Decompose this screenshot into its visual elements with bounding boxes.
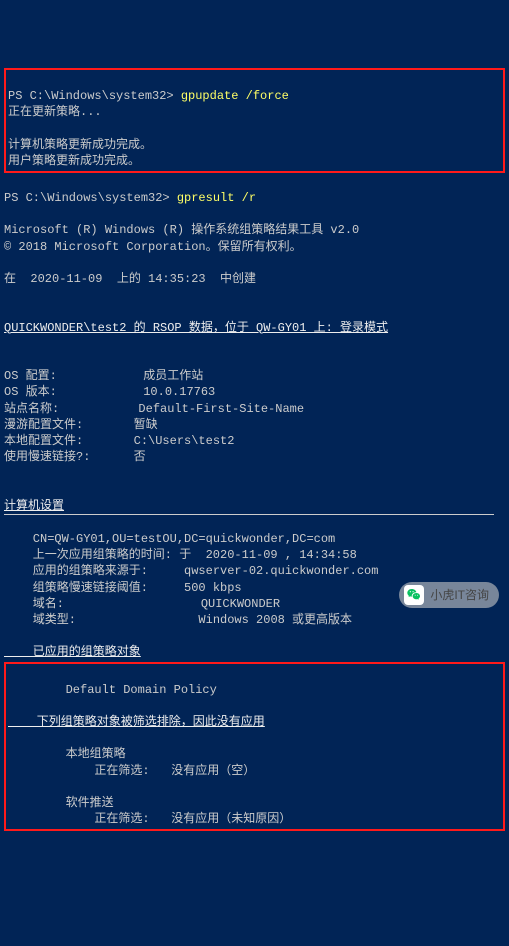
last-applied-time: 上一次应用组策略的时间: 于 2020-11-09 , 14:34:58 — [4, 548, 357, 562]
ps-prompt: PS C:\Windows\system32> — [4, 191, 177, 205]
wechat-watermark: 小虎IT咨询 — [399, 582, 499, 608]
default-domain-policy: Default Domain Policy — [8, 683, 217, 697]
gpresult-command: gpresult /r — [177, 191, 256, 205]
computer-settings-header: 计算机设置 — [4, 498, 494, 515]
domain-type-line: 域类型: Windows 2008 或更高版本 — [4, 613, 352, 627]
local-gp-name: 本地组策略 — [8, 747, 126, 761]
gpupdate-highlight-box: PS C:\Windows\system32> gpupdate /force … — [4, 68, 505, 173]
os-version-line: OS 版本: 10.0.17763 — [4, 385, 215, 399]
software-push-filter-reason: 正在筛选: 没有应用（未知原因） — [8, 812, 291, 826]
gpupdate-prompt-line: PS C:\Windows\system32> gpupdate /force — [8, 89, 289, 103]
gpresult-prompt-line: PS C:\Windows\system32> gpresult /r — [4, 191, 256, 205]
os-config-line: OS 配置: 成员工作站 — [4, 369, 203, 383]
roaming-profile-line: 漫游配置文件: 暂缺 — [4, 418, 158, 432]
filtered-gpo-header: 下列组策略对象被筛选排除，因此没有应用 — [8, 715, 265, 729]
tool-header-2: © 2018 Microsoft Corporation。保留所有权利。 — [4, 240, 302, 254]
software-push-name: 软件推送 — [8, 796, 114, 810]
applied-gpo-header: 已应用的组策略对象 — [4, 645, 141, 659]
gpupdate-command: gpupdate /force — [181, 89, 289, 103]
wechat-icon — [404, 585, 424, 605]
domain-name-line: 域名: QUICKWONDER — [4, 597, 280, 611]
slow-link-line: 使用慢速链接?: 否 — [4, 450, 146, 464]
user-policy-done: 用户策略更新成功完成。 — [8, 154, 140, 168]
updating-progress: 正在更新策略... — [8, 105, 102, 119]
local-gp-filter-reason: 正在筛选: 没有应用（空） — [8, 764, 255, 778]
site-name-line: 站点名称: Default-First-Site-Name — [4, 402, 304, 416]
created-on-line: 在 2020-11-09 上的 14:35:23 中创建 — [4, 272, 256, 286]
computer-policy-done: 计算机策略更新成功完成。 — [8, 138, 152, 152]
slow-link-threshold: 组策略慢速链接阈值: 500 kbps — [4, 581, 242, 595]
gpo-filter-highlight-box: Default Domain Policy 下列组策略对象被筛选排除，因此没有应… — [4, 662, 505, 832]
gp-source: 应用的组策略来源于: qwserver-02.quickwonder.com — [4, 564, 378, 578]
ps-prompt: PS C:\Windows\system32> — [8, 89, 181, 103]
rsop-data-line: QUICKWONDER\test2 的 RSOP 数据，位于 QW-GY01 上… — [4, 321, 388, 335]
local-profile-line: 本地配置文件: C:\Users\test2 — [4, 434, 234, 448]
cn-line: CN=QW-GY01,OU=testOU,DC=quickwonder,DC=c… — [4, 532, 335, 546]
tool-header-1: Microsoft (R) Windows (R) 操作系统组策略结果工具 v2… — [4, 223, 359, 237]
watermark-text: 小虎IT咨询 — [430, 587, 489, 603]
